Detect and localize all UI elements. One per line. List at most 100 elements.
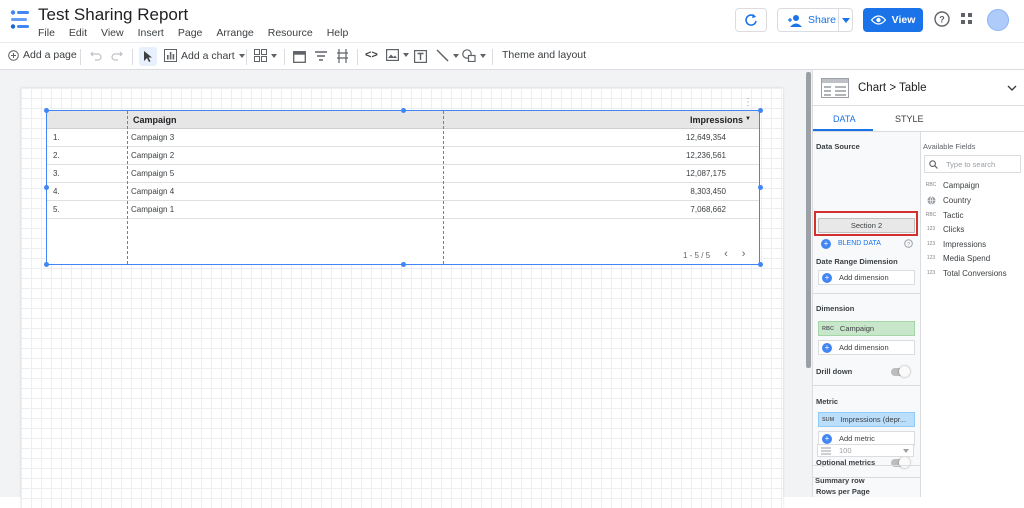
column-header-impressions[interactable]: Impressions <box>690 115 743 125</box>
share-dropdown-icon[interactable] <box>838 9 852 31</box>
image-button[interactable] <box>386 49 409 61</box>
next-page-icon[interactable]: › <box>742 248 746 260</box>
svg-text:?: ? <box>907 242 910 248</box>
number-type-icon: 123 <box>926 270 936 276</box>
help-icon[interactable]: ? <box>934 11 950 27</box>
add-date-dimension-button[interactable]: + Add dimension <box>818 270 915 285</box>
row-impressions: 8,303,450 <box>690 187 726 196</box>
summary-row-label: Summary row <box>815 476 865 485</box>
line-icon <box>436 49 449 62</box>
dropdown-arrow-icon <box>271 53 277 58</box>
dimension-value: Campaign <box>839 324 875 333</box>
table-row[interactable]: 2. Campaign 2 12,236,561 <box>47 147 759 165</box>
sort-desc-icon[interactable]: ▼ <box>745 116 751 122</box>
help-icon[interactable]: ? <box>904 239 913 248</box>
add-page-button[interactable]: Add a page <box>8 49 77 61</box>
column-header-campaign[interactable]: Campaign <box>133 115 177 125</box>
rows-per-page-value: 100 <box>839 446 852 455</box>
tab-data[interactable]: DATA <box>833 114 856 124</box>
drill-down-toggle[interactable] <box>891 366 910 377</box>
view-button[interactable]: View <box>863 8 923 32</box>
field-impressions[interactable]: 123 Impressions <box>921 238 986 250</box>
select-tool-button[interactable] <box>139 47 157 66</box>
undo-icon[interactable] <box>90 51 102 61</box>
tab-style[interactable]: STYLE <box>895 114 924 124</box>
blend-data-button[interactable]: + BLEND DATA ? <box>818 236 915 251</box>
resize-handle[interactable] <box>758 108 763 113</box>
share-button[interactable]: Share <box>777 8 853 32</box>
add-chart-label: Add a chart <box>181 49 235 62</box>
menu-insert[interactable]: Insert <box>138 27 164 39</box>
prev-page-icon[interactable]: ‹ <box>724 248 728 260</box>
resize-handle[interactable] <box>758 185 763 190</box>
collapse-chevron-icon[interactable] <box>1007 85 1017 91</box>
resize-handle[interactable] <box>44 262 49 267</box>
add-chart-button[interactable]: Add a chart <box>164 49 245 62</box>
active-tab-indicator <box>813 129 873 131</box>
resize-handle[interactable] <box>44 108 49 113</box>
menu-file[interactable]: File <box>38 27 55 39</box>
menu-arrange[interactable]: Arrange <box>216 27 253 39</box>
table-row[interactable]: 4. Campaign 4 8,303,450 <box>47 183 759 201</box>
table-row[interactable]: 5. Campaign 1 7,068,662 <box>47 201 759 219</box>
field-clicks[interactable]: 123 Clicks <box>921 223 965 235</box>
add-person-icon <box>788 15 802 27</box>
add-circle-icon <box>8 49 19 61</box>
panel-tabs: DATA STYLE <box>813 106 1024 132</box>
avatar[interactable] <box>987 9 1009 31</box>
community-viz-button[interactable] <box>254 49 277 62</box>
rows-per-page-dropdown[interactable]: 100 <box>817 444 914 457</box>
table-row[interactable]: 3. Campaign 5 12,087,175 <box>47 165 759 183</box>
dimension-chip-campaign[interactable]: RBC Campaign <box>818 321 915 336</box>
canvas-scrollbar[interactable] <box>806 72 811 368</box>
search-icon <box>929 159 938 169</box>
apps-grid-icon[interactable] <box>961 13 973 25</box>
shape-button[interactable] <box>462 49 486 62</box>
field-media-spend[interactable]: 123 Media Spend <box>921 252 990 264</box>
add-dimension-button[interactable]: + Add dimension <box>818 340 915 355</box>
field-country[interactable]: Country <box>921 194 971 206</box>
pagination-text: 1 - 5 / 5 <box>683 251 711 260</box>
row-index: 5. <box>53 205 60 214</box>
table-row[interactable]: 1. Campaign 3 12,649,354 <box>47 129 759 147</box>
field-name: Tactic <box>943 210 964 220</box>
field-name: Total Conversions <box>943 268 1007 278</box>
table-header: Campaign Impressions ▼ <box>47 111 759 129</box>
data-control-icon[interactable] <box>337 49 348 63</box>
field-campaign[interactable]: RBC Campaign <box>921 179 980 191</box>
panel-header: Chart > Table <box>813 70 1024 106</box>
metric-chip-impressions[interactable]: SUM Impressions (depr... <box>818 412 915 427</box>
menu-help[interactable]: Help <box>327 27 349 39</box>
resize-handle[interactable] <box>401 108 406 113</box>
menu-resource[interactable]: Resource <box>268 27 313 39</box>
menu-edit[interactable]: Edit <box>69 27 87 39</box>
field-name: Impressions <box>943 239 987 249</box>
resize-handle[interactable] <box>44 185 49 190</box>
resize-handle[interactable] <box>401 262 406 267</box>
redo-icon[interactable] <box>111 51 123 61</box>
menu-view[interactable]: View <box>101 27 124 39</box>
line-button[interactable] <box>436 49 459 62</box>
resize-handle[interactable] <box>758 262 763 267</box>
metric-label: Metric <box>816 397 839 406</box>
menu-page[interactable]: Page <box>178 27 203 39</box>
field-total-conversions[interactable]: 123 Total Conversions <box>921 267 1007 279</box>
image-icon <box>386 49 399 61</box>
report-title[interactable]: Test Sharing Report <box>38 5 188 25</box>
theme-layout-button[interactable]: Theme and layout <box>502 49 586 61</box>
refresh-button[interactable] <box>735 8 767 32</box>
toolbar-divider <box>492 49 493 65</box>
dropdown-arrow-icon <box>480 53 486 58</box>
field-search-input[interactable]: Type to search <box>924 155 1021 173</box>
eye-icon <box>870 15 886 25</box>
calendar-icon[interactable] <box>293 50 306 63</box>
table-chart[interactable]: Campaign Impressions ▼ 1. Campaign 3 12,… <box>46 97 760 265</box>
text-box-icon[interactable] <box>414 50 427 63</box>
filter-icon[interactable] <box>315 51 327 61</box>
embed-url-icon[interactable]: <> <box>365 49 378 61</box>
dimension-label: Dimension <box>816 304 855 313</box>
row-campaign: Campaign 3 <box>131 133 175 142</box>
chart-more-options-icon[interactable]: ⋮ <box>743 97 753 108</box>
field-tactic[interactable]: RBC Tactic <box>921 209 964 221</box>
field-name: Clicks <box>943 224 965 234</box>
